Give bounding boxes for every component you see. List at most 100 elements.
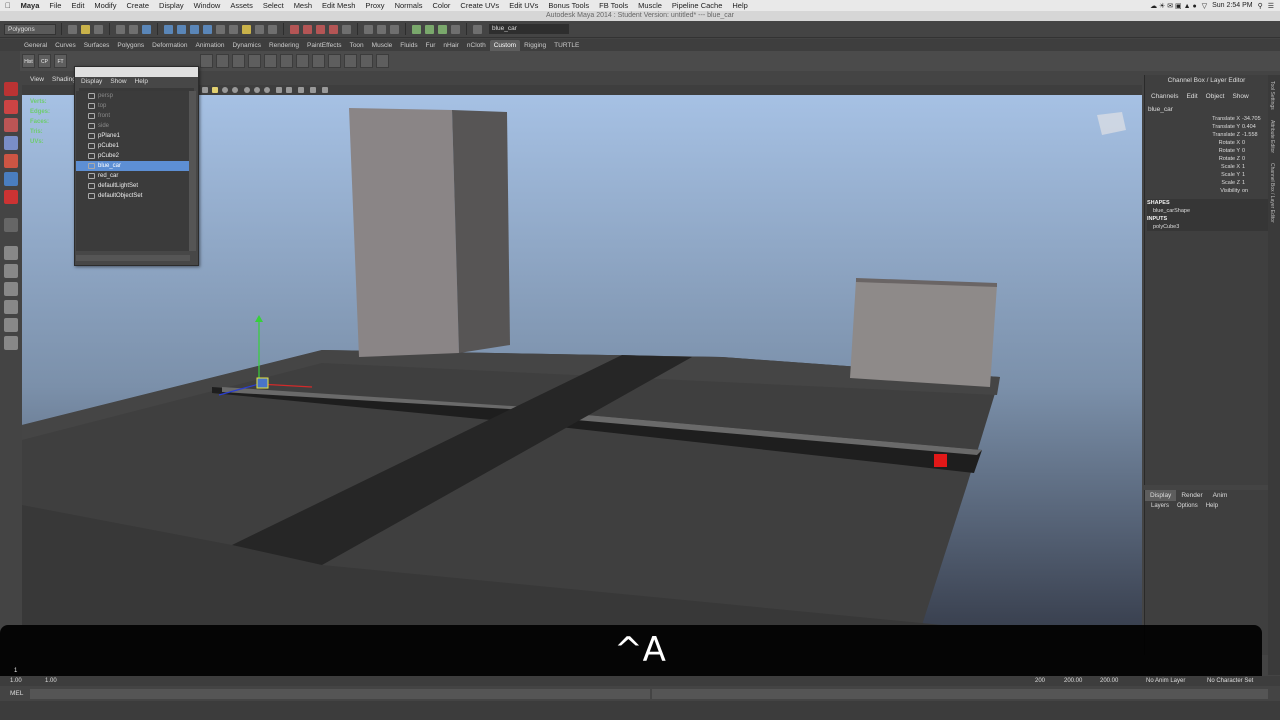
shelf-tab-custom[interactable]: Custom <box>489 39 521 51</box>
outliner-item-top[interactable]: top <box>76 101 190 111</box>
shape-node[interactable]: blue_carShape <box>1147 207 1268 215</box>
character-set-selector[interactable]: No Character Set <box>1207 676 1253 686</box>
paint-select-tool-icon[interactable] <box>4 118 18 132</box>
render-frame-icon[interactable] <box>425 24 434 34</box>
channel-translate-z[interactable]: Translate Z -1.558 <box>1145 131 1268 139</box>
move-tool-icon[interactable] <box>4 136 18 150</box>
channel-scale-x[interactable]: Scale X1 <box>1145 163 1268 171</box>
outliner-item-pcube2[interactable]: pCube2 <box>76 151 190 161</box>
apple-icon[interactable]:  <box>0 1 16 10</box>
channel-menu-show[interactable]: Show <box>1228 92 1252 102</box>
channel-scale-z[interactable]: Scale Z1 <box>1145 179 1268 187</box>
shelf-tab-painteffects[interactable]: PaintEffects <box>303 40 346 51</box>
rotate-tool-icon[interactable] <box>4 154 18 168</box>
shelf-tab-fluids[interactable]: Fluids <box>396 40 421 51</box>
render-view-icon[interactable] <box>412 24 421 34</box>
shelf-button-ge-icon[interactable] <box>264 54 277 68</box>
wifi-icon[interactable]: ▽ <box>1202 2 1207 10</box>
layout-outliner-icon[interactable] <box>4 300 18 314</box>
menu-create[interactable]: Create <box>122 1 155 10</box>
menu-normals[interactable]: Normals <box>390 1 428 10</box>
shelf-tab-general[interactable]: General <box>20 40 51 51</box>
shelf-tab-surfaces[interactable]: Surfaces <box>80 40 114 51</box>
shelf-button-lambert-icon[interactable] <box>200 54 213 68</box>
outliner-item-pcube1[interactable]: pCube1 <box>76 141 190 151</box>
layout-hypershade-icon[interactable] <box>4 336 18 350</box>
outliner-window[interactable]: Display Show Help persp top front side p… <box>74 66 199 266</box>
shelf-tab-curves[interactable]: Curves <box>51 40 80 51</box>
shelf-button-sound-icon[interactable] <box>360 54 373 68</box>
select-handles-icon[interactable] <box>164 24 173 34</box>
mel-label[interactable]: MEL <box>10 690 23 697</box>
select-deformations-icon[interactable] <box>216 24 225 34</box>
channel-rotate-x[interactable]: Rotate X0 <box>1145 139 1268 147</box>
outliner-item-front[interactable]: front <box>76 111 190 121</box>
channel-translate-x[interactable]: Translate X -34.705 <box>1145 115 1268 123</box>
shelf-tab-nhair[interactable]: nHair <box>439 40 463 51</box>
open-scene-icon[interactable] <box>81 24 90 34</box>
shelf-tab-fur[interactable]: Fur <box>422 40 440 51</box>
construction-history-icon[interactable] <box>390 24 399 34</box>
channel-value[interactable]: 1 <box>1242 171 1266 179</box>
outliner-item-red-car[interactable]: red_car <box>76 171 190 181</box>
menu-maya[interactable]: Maya <box>16 1 45 10</box>
ipr-render-icon[interactable] <box>438 24 447 34</box>
channel-menu-edit[interactable]: Edit <box>1182 92 1201 102</box>
menu-bonus-tools[interactable]: Bonus Tools <box>543 1 594 10</box>
start-time-field[interactable]: 1.00 <box>10 676 22 686</box>
shelf-button-setup-icon[interactable] <box>344 54 357 68</box>
channel-value[interactable]: -34.705 <box>1242 115 1266 123</box>
end-time-field[interactable]: 200.00 <box>1100 676 1118 686</box>
shelf-tab-ncloth[interactable]: nCloth <box>463 40 490 51</box>
snap-view-plane-icon[interactable] <box>329 24 338 34</box>
outliner-item-defaultobjectset[interactable]: defaultObjectSet <box>76 191 190 201</box>
menu-display[interactable]: Display <box>154 1 189 10</box>
outliner-vertical-scrollbar[interactable] <box>189 91 196 251</box>
outliner-menu-help[interactable]: Help <box>131 77 152 86</box>
shelf-button-paint-icon[interactable] <box>216 54 229 68</box>
menu-pipeline-cache[interactable]: Pipeline Cache <box>667 1 727 10</box>
layout-two-icon[interactable] <box>4 282 18 296</box>
channel-value[interactable]: on <box>1242 187 1266 195</box>
input-output-icon[interactable] <box>377 24 386 34</box>
channel-rotate-z[interactable]: Rotate Z0 <box>1145 155 1268 163</box>
outliner-menu-display[interactable]: Display <box>77 77 106 86</box>
shelf-tab-rendering[interactable]: Rendering <box>265 40 303 51</box>
shelf-tab-deformation[interactable]: Deformation <box>148 40 191 51</box>
channel-visibility[interactable]: Visibility on <box>1145 187 1268 195</box>
menu-help[interactable]: Help <box>727 1 752 10</box>
shelf-tab-polygons[interactable]: Polygons <box>113 40 148 51</box>
new-scene-icon[interactable] <box>68 24 77 34</box>
menu-color[interactable]: Color <box>427 1 455 10</box>
shelf-button-fluid-icon[interactable] <box>248 54 261 68</box>
save-scene-icon[interactable] <box>94 24 103 34</box>
layer-tab-display[interactable]: Display <box>1145 490 1177 501</box>
select-curves-icon[interactable] <box>190 24 199 34</box>
shelf-button-tool-icon[interactable] <box>376 54 389 68</box>
clock[interactable]: Sun 2:54 PM <box>1212 2 1252 9</box>
channel-value[interactable]: 1 <box>1242 163 1266 171</box>
shelf-button-dot-icon[interactable] <box>296 54 309 68</box>
playback-end-field[interactable]: 200.00 <box>1064 676 1082 686</box>
layer-tab-render[interactable]: Render <box>1176 490 1207 501</box>
channel-value[interactable]: 1 <box>1242 179 1266 187</box>
menu-window[interactable]: Window <box>189 1 226 10</box>
outliner-menu-show[interactable]: Show <box>106 77 130 86</box>
outliner-item-side[interactable]: side <box>76 121 190 131</box>
menu-proxy[interactable]: Proxy <box>360 1 389 10</box>
channel-translate-y[interactable]: Translate Y 0.404 <box>1145 123 1268 131</box>
panel-menu-view[interactable]: View <box>26 75 48 85</box>
snap-curve-icon[interactable] <box>303 24 312 34</box>
range-slider[interactable]: 1.00 1.00 1 200 200.00 200.00 No Anim La… <box>0 668 1280 686</box>
layout-graph-icon[interactable] <box>4 318 18 332</box>
input-node[interactable]: polyCube3 <box>1147 223 1268 231</box>
tab-channel-box[interactable]: Channel Box / Layer Editor <box>1269 159 1275 227</box>
shelf-button-swap-icon[interactable] <box>312 54 325 68</box>
select-joints-icon[interactable] <box>177 24 186 34</box>
menu-edit-uvs[interactable]: Edit UVs <box>504 1 543 10</box>
render-settings-icon[interactable] <box>451 24 460 34</box>
spotlight-search-icon[interactable]: ⚲ <box>1258 2 1263 10</box>
anim-layer-selector[interactable]: No Anim Layer <box>1146 676 1185 686</box>
lasso-tool-icon[interactable] <box>4 100 18 114</box>
menu-edit-mesh[interactable]: Edit Mesh <box>317 1 360 10</box>
